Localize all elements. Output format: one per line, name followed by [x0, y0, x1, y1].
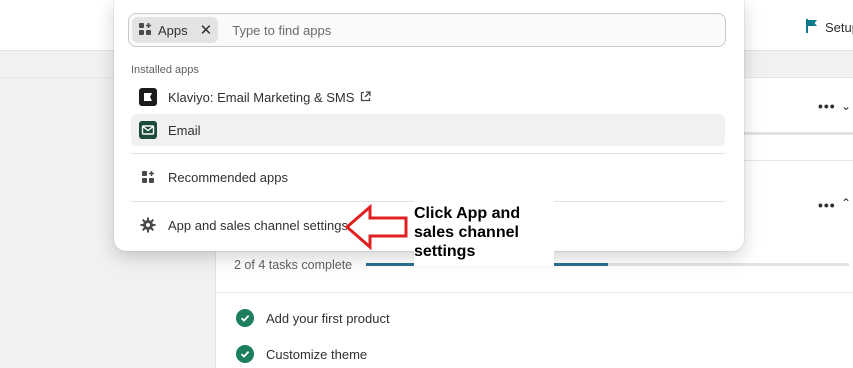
apps-filter-chip[interactable]: Apps ✕: [132, 17, 219, 43]
apps-chip-label: Apps: [158, 22, 188, 38]
recommended-apps-item[interactable]: Recommended apps: [131, 161, 725, 193]
external-link-icon: [360, 90, 372, 105]
settings-label: App and sales channel settings: [168, 217, 348, 233]
email-icon: [139, 121, 157, 139]
more-actions-icon[interactable]: •••: [818, 197, 836, 213]
gear-icon: [139, 216, 157, 234]
check-circle-icon: [236, 309, 254, 327]
apps-search-field[interactable]: Apps ✕: [128, 13, 726, 47]
task-label: Add your first product: [266, 310, 390, 326]
setup-label: Setup: [825, 20, 853, 35]
tasks-progress-text: 2 of 4 tasks complete: [234, 258, 353, 272]
close-icon[interactable]: ✕: [200, 21, 213, 39]
annotation-arrow-icon: [344, 204, 408, 250]
flag-icon: [805, 18, 819, 37]
klaviyo-icon: [139, 88, 157, 106]
card-divider: [215, 292, 853, 293]
installed-apps-heading: Installed apps: [131, 64, 199, 76]
apps-grid-icon: [139, 168, 157, 186]
check-circle-icon: [236, 345, 254, 363]
task-item[interactable]: Add your first product: [236, 309, 390, 327]
app-item-klaviyo[interactable]: Klaviyo: Email Marketing & SMS: [131, 81, 725, 113]
chevron-down-icon[interactable]: ⌄: [841, 99, 851, 113]
app-item-email[interactable]: Email: [131, 114, 725, 146]
apps-search-input[interactable]: [230, 21, 655, 39]
app-item-label: Email: [168, 122, 201, 138]
chevron-up-icon[interactable]: ⌃: [841, 196, 851, 210]
more-actions-icon[interactable]: •••: [818, 98, 836, 114]
annotation-text: Click App and sales channel settings: [414, 205, 521, 260]
menu-divider: [131, 153, 725, 154]
progress-bar-top: [734, 132, 853, 135]
task-label: Customize theme: [266, 346, 368, 362]
app-item-label: Klaviyo: Email Marketing & SMS: [168, 89, 355, 105]
recommended-apps-label: Recommended apps: [168, 169, 288, 185]
task-item[interactable]: Customize theme: [236, 345, 367, 363]
setup-button[interactable]: Setup: [805, 18, 853, 37]
apps-grid-icon: [138, 22, 152, 39]
